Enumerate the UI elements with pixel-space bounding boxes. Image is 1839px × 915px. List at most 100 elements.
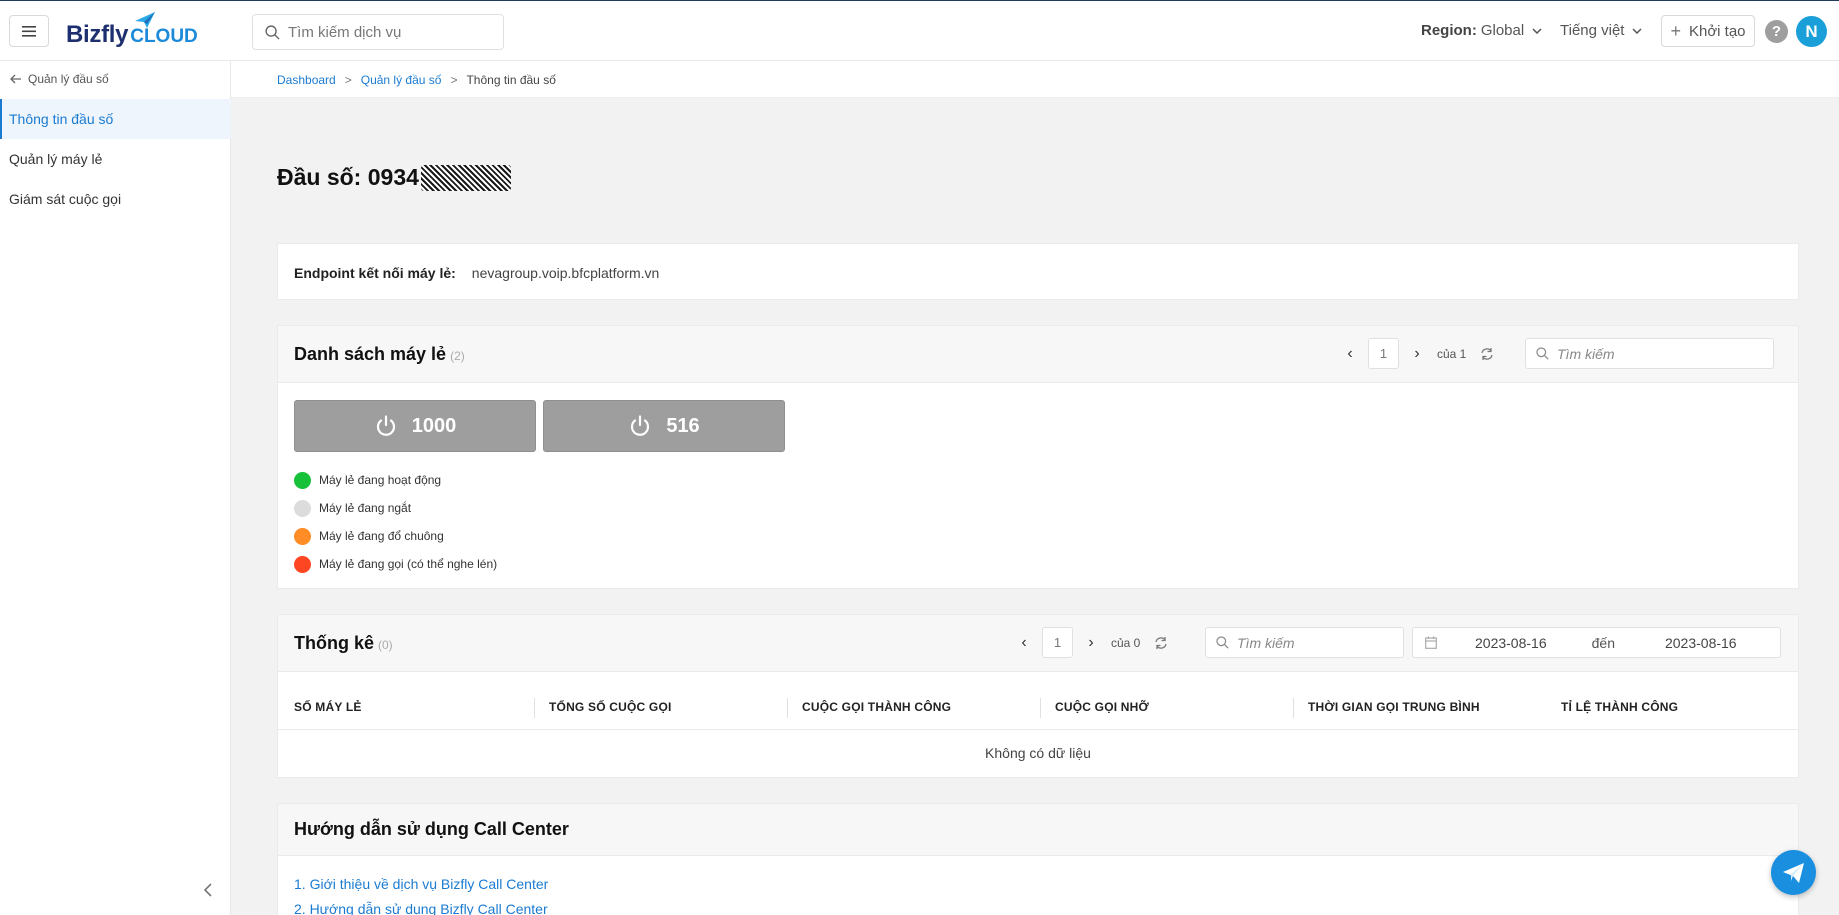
- chevron-down-icon: [1532, 27, 1542, 34]
- next-page-button[interactable]: ›: [1083, 634, 1099, 652]
- endpoint-value: nevagroup.voip.bfcplatform.vn: [471, 265, 660, 281]
- status-dot-ringing: [294, 527, 311, 545]
- next-page-button[interactable]: ›: [1409, 345, 1425, 363]
- extensions-pager: ‹ 1 › của 1: [1342, 338, 1494, 369]
- extension-number: 1000: [411, 414, 457, 437]
- chevron-left-icon[interactable]: [203, 883, 213, 897]
- date-from[interactable]: 2023-08-16: [1475, 635, 1547, 651]
- refresh-icon[interactable]: [1480, 347, 1494, 361]
- legend-item-active: Máy lẻ đang hoạt động: [294, 466, 497, 494]
- page-title-text: Đầu số: 0934: [277, 164, 419, 190]
- region-selector[interactable]: Region: Global: [1421, 22, 1542, 39]
- service-search-input[interactable]: [288, 23, 488, 41]
- extensions-search-input[interactable]: [1557, 345, 1737, 362]
- arrow-left-icon: [10, 74, 21, 84]
- search-icon: [1216, 636, 1229, 649]
- legend-label: Máy lẻ đang ngắt: [319, 501, 412, 515]
- region-value: Global: [1480, 22, 1525, 39]
- search-icon: [1536, 347, 1549, 360]
- date-to[interactable]: 2023-08-16: [1665, 635, 1737, 651]
- sidebar-item-label: Giám sát cuộc gọi: [9, 191, 122, 207]
- breadcrumb-separator: >: [344, 73, 352, 87]
- column-header-total-calls[interactable]: TỔNG SỐ CUỘC GỌI: [549, 700, 672, 714]
- statistics-card: Thống kê (0) ‹ 1 › của 0 2023-08-16 đến …: [277, 614, 1799, 778]
- power-icon: [376, 415, 395, 436]
- help-icon[interactable]: ?: [1765, 20, 1788, 43]
- power-icon: [631, 415, 650, 436]
- sidebar-item-call-monitor[interactable]: Giám sát cuộc gọi: [0, 179, 231, 219]
- extensions-title: Danh sách máy lẻ (2): [294, 344, 465, 365]
- bizfly-logo[interactable]: Bizfly CLOUD: [66, 12, 198, 49]
- breadcrumb-bar: Dashboard > Quản lý đầu số > Thông tin đ…: [231, 61, 1839, 98]
- region-label: Region:: [1421, 22, 1477, 39]
- column-divider: [1293, 698, 1294, 718]
- breadcrumb-number-management[interactable]: Quản lý đầu số: [361, 73, 442, 87]
- status-dot-in-call: [294, 555, 311, 573]
- create-button[interactable]: + Khởi tạo: [1661, 15, 1755, 47]
- telegram-support-button[interactable]: [1771, 850, 1816, 895]
- legend-item-ringing: Máy lẻ đang đổ chuông: [294, 522, 497, 550]
- language-selector[interactable]: Tiếng việt: [1560, 22, 1643, 39]
- calendar-icon: [1425, 636, 1437, 649]
- prev-page-button[interactable]: ‹: [1342, 345, 1358, 363]
- user-avatar[interactable]: N: [1796, 16, 1827, 47]
- column-divider: [1040, 698, 1041, 718]
- breadcrumb-current: Thông tin đầu số: [466, 73, 556, 87]
- redacted-number: [420, 164, 511, 191]
- sidebar-item-extensions[interactable]: Quản lý máy lẻ: [0, 139, 231, 179]
- logo-text: Bizfly: [66, 21, 129, 48]
- table-header: SỐ MÁY LẺ TỔNG SỐ CUỘC GỌI CUỘC GỌI THÀN…: [278, 672, 1798, 730]
- service-search[interactable]: [252, 14, 504, 50]
- refresh-icon[interactable]: [1154, 636, 1168, 650]
- guide-title: Hướng dẫn sử dụng Call Center: [294, 819, 569, 839]
- extension-number: 516: [666, 414, 700, 437]
- extensions-search[interactable]: [1525, 338, 1774, 369]
- column-divider: [534, 698, 535, 718]
- legend-item-disconnected: Máy lẻ đang ngắt: [294, 494, 497, 522]
- guide-link-usage[interactable]: 2. Hướng dẫn sử dụng Bizfly Call Center: [294, 901, 548, 915]
- page-number-input[interactable]: 1: [1368, 338, 1399, 369]
- statistics-title: Thống kê (0): [294, 633, 393, 654]
- status-dot-active: [294, 471, 311, 489]
- page-number-input[interactable]: 1: [1042, 627, 1073, 658]
- prev-page-button[interactable]: ‹: [1016, 634, 1032, 652]
- extensions-card: Danh sách máy lẻ (2) ‹ 1 › của 1 1000 51…: [277, 325, 1799, 589]
- statistics-search-input[interactable]: [1237, 634, 1377, 651]
- breadcrumb-separator: >: [450, 73, 458, 87]
- legend-label: Máy lẻ đang gọi (có thể nghe lén): [319, 557, 498, 571]
- top-header: Bizfly CLOUD Region: Global Tiếng việt +…: [0, 0, 1839, 61]
- column-divider: [787, 698, 788, 718]
- extensions-card-header: Danh sách máy lẻ (2) ‹ 1 › của 1: [278, 326, 1798, 383]
- hamburger-menu-button[interactable]: [9, 15, 49, 47]
- column-header-avg-duration[interactable]: THỜI GIAN GỌI TRUNG BÌNH: [1308, 700, 1480, 714]
- statistics-title-text: Thống kê: [294, 633, 374, 653]
- language-value: Tiếng việt: [1560, 22, 1625, 39]
- extension-button-1000[interactable]: 1000: [294, 400, 536, 452]
- create-label: Khởi tạo: [1688, 22, 1746, 40]
- page-title: Đầu số: 0934: [277, 164, 511, 191]
- legend-label: Máy lẻ đang hoạt động: [319, 473, 442, 487]
- column-header-missed-calls[interactable]: CUỘC GỌI NHỠ: [1055, 700, 1149, 714]
- endpoint-card: Endpoint kết nối máy lẻ: nevagroup.voip.…: [277, 243, 1799, 300]
- endpoint-label: Endpoint kết nối máy lẻ:: [294, 265, 456, 281]
- logo-suffix: CLOUD: [130, 26, 198, 47]
- guide-card-header: Hướng dẫn sử dụng Call Center: [278, 804, 1798, 856]
- chevron-down-icon: [1632, 27, 1643, 34]
- sidebar-item-number-info[interactable]: Thông tin đầu số: [0, 99, 231, 139]
- statistics-count: (0): [378, 638, 393, 652]
- column-header-success-rate[interactable]: TỈ LỆ THÀNH CÔNG: [1561, 700, 1678, 714]
- guide-link-intro[interactable]: 1. Giới thiệu về dịch vụ Bizfly Call Cen…: [294, 876, 548, 892]
- column-header-extension[interactable]: SỐ MÁY LẺ: [294, 700, 362, 714]
- plus-icon: +: [1670, 20, 1681, 41]
- statistics-search[interactable]: [1205, 627, 1404, 658]
- page-of-label: của 1: [1437, 346, 1467, 361]
- date-range-picker[interactable]: 2023-08-16 đến 2023-08-16: [1412, 627, 1781, 658]
- statistics-pager: ‹ 1 › của 0: [1016, 627, 1168, 658]
- back-link[interactable]: Quản lý đầu số: [10, 72, 109, 86]
- column-header-successful-calls[interactable]: CUỘC GỌI THÀNH CÔNG: [802, 700, 951, 714]
- breadcrumb-dashboard[interactable]: Dashboard: [277, 73, 336, 87]
- sidebar-item-label: Thông tin đầu số: [9, 111, 114, 127]
- extensions-title-text: Danh sách máy lẻ: [294, 344, 447, 364]
- extension-button-516[interactable]: 516: [543, 400, 785, 452]
- search-icon: [265, 24, 280, 40]
